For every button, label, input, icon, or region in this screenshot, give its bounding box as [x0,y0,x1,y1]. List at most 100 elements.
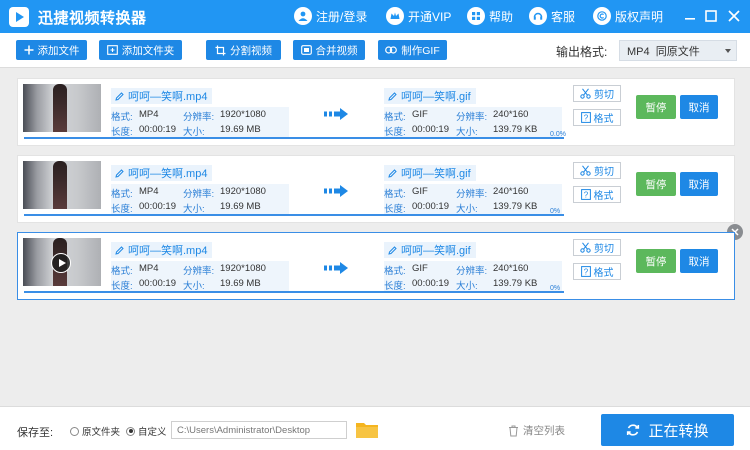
output-info: 格式: GIF 分辨率: 240*160 长度: 00:00:19 大小: 13… [384,107,562,138]
source-duration-value: 00:00:19 [139,278,176,289]
source-filename[interactable]: 呵呵—笑啊.mp4 [111,165,213,181]
scissors-icon [580,242,591,253]
radio-source-folder[interactable]: 原文件夹 [70,424,120,438]
source-filename-text: 呵呵—笑啊.mp4 [128,168,208,180]
output-format-select[interactable]: MP4 同原文件 [619,40,737,61]
format-button[interactable]: ? 格式 [573,109,621,126]
output-filename-text: 呵呵—笑啊.gif [401,245,471,257]
add-folder-button[interactable]: 添加文件夹 [99,40,182,60]
source-duration-value: 00:00:19 [139,201,176,212]
folder-add-icon [106,45,118,55]
output-filename[interactable]: 呵呵—笑啊.gif [384,165,476,181]
format-label: 格式 [593,114,614,125]
format-key: 格式: [384,189,406,200]
app-logo-icon [9,7,29,27]
video-thumbnail[interactable] [23,161,101,209]
radio-custom[interactable]: 自定义 [126,424,167,438]
vip-menu[interactable]: 开通VIP [386,6,451,26]
app-title: 迅捷视频转换器 [38,10,147,27]
help-icon: ? [580,189,591,200]
output-filename[interactable]: 呵呵—笑啊.gif [384,88,476,104]
merge-video-button[interactable]: 合并视频 [293,40,365,60]
cancel-button[interactable]: 取消 [680,95,718,119]
radio-source-label: 原文件夹 [82,427,121,438]
format-key: 格式: [111,266,133,277]
file-row[interactable]: 呵呵—笑啊.mp4 格式: MP4 分辨率: 1920*1080 长度: 00:… [17,232,735,300]
cancel-button[interactable]: 取消 [680,249,718,273]
headset-icon [529,7,547,25]
close-icon[interactable] [726,8,742,24]
source-filename-text: 呵呵—笑啊.mp4 [128,91,208,103]
maximize-icon[interactable] [703,8,719,24]
pause-button[interactable]: 暂停 [636,249,676,273]
file-row[interactable]: 呵呵—笑啊.mp4 格式: MP4 分辨率: 1920*1080 长度: 00:… [17,155,735,223]
duration-key: 长度: [111,204,133,215]
minimize-icon[interactable] [682,8,698,24]
duration-key: 长度: [384,127,406,138]
output-format-value: GIF [412,263,428,274]
resolution-key: 分辨率: [183,112,215,123]
source-filename[interactable]: 呵呵—笑啊.mp4 [111,242,213,258]
cut-button[interactable]: 剪切 [573,85,621,102]
service-menu[interactable]: 客服 [529,6,575,26]
save-path-input[interactable] [171,421,347,439]
source-filename[interactable]: 呵呵—笑啊.mp4 [111,88,213,104]
title-bar: 迅捷视频转换器 注册/登录 开通VIP 帮助 客服 版权声明 [0,0,750,33]
resolution-key: 分辨率: [456,266,488,277]
cancel-label: 取消 [688,101,710,114]
pause-label: 暂停 [645,101,667,114]
copyright-menu[interactable]: 版权声明 [593,6,663,26]
file-row[interactable]: 呵呵—笑啊.mp4 格式: MP4 分辨率: 1920*1080 长度: 00:… [17,78,735,146]
convert-arrow-icon [324,108,348,120]
help-menu[interactable]: 帮助 [467,6,513,26]
source-resolution-value: 1920*1080 [220,263,266,274]
size-key: 大小: [456,204,478,215]
play-icon[interactable] [51,253,71,273]
output-filename[interactable]: 呵呵—笑啊.gif [384,242,476,258]
size-key: 大小: [456,281,478,292]
output-resolution-value: 240*160 [493,263,529,274]
output-format-value: MP4 同原文件 [627,45,700,58]
pause-button[interactable]: 暂停 [636,95,676,119]
pause-button[interactable]: 暂停 [636,172,676,196]
user-icon [294,7,312,25]
output-duration-value: 00:00:19 [412,278,449,289]
cut-button[interactable]: 剪切 [573,162,621,179]
progress-bar [24,214,564,216]
merge-video-label: 合并视频 [315,44,358,57]
resolution-key: 分辨率: [456,189,488,200]
resolution-key: 分辨率: [456,112,488,123]
refresh-icon [627,424,640,436]
pencil-icon [115,245,124,255]
convert-label: 正在转换 [648,422,709,440]
progress-bar [24,291,564,293]
format-button[interactable]: ? 格式 [573,263,621,280]
format-key: 格式: [384,266,406,277]
login-menu[interactable]: 注册/登录 [294,6,367,26]
split-video-button[interactable]: 分割视频 [206,40,281,60]
grid-icon [467,7,485,25]
output-filename-text: 呵呵—笑啊.gif [401,91,471,103]
pause-label: 暂停 [645,255,667,268]
source-size-value: 19.69 MB [220,124,261,135]
resolution-key: 分辨率: [183,266,215,277]
add-file-button[interactable]: 添加文件 [16,40,87,60]
output-size-value: 139.79 KB [493,201,538,212]
folder-icon[interactable] [355,420,379,439]
clear-list-button[interactable]: 清空列表 [508,423,565,438]
cut-label: 剪切 [594,90,614,101]
radio-dot-selected [126,426,135,436]
video-thumbnail[interactable] [23,238,101,286]
radio-dot [70,426,79,436]
video-thumbnail[interactable] [23,84,101,132]
make-gif-button[interactable]: 制作GIF [378,40,447,60]
help-icon: ? [580,112,591,123]
cut-button[interactable]: 剪切 [573,239,621,256]
convert-arrow-icon [324,262,348,274]
source-duration-value: 00:00:19 [139,124,176,135]
convert-button[interactable]: 正在转换 [601,414,734,446]
cancel-button[interactable]: 取消 [680,172,718,196]
duration-key: 长度: [384,204,406,215]
pencil-icon [388,245,397,255]
format-button[interactable]: ? 格式 [573,186,621,203]
